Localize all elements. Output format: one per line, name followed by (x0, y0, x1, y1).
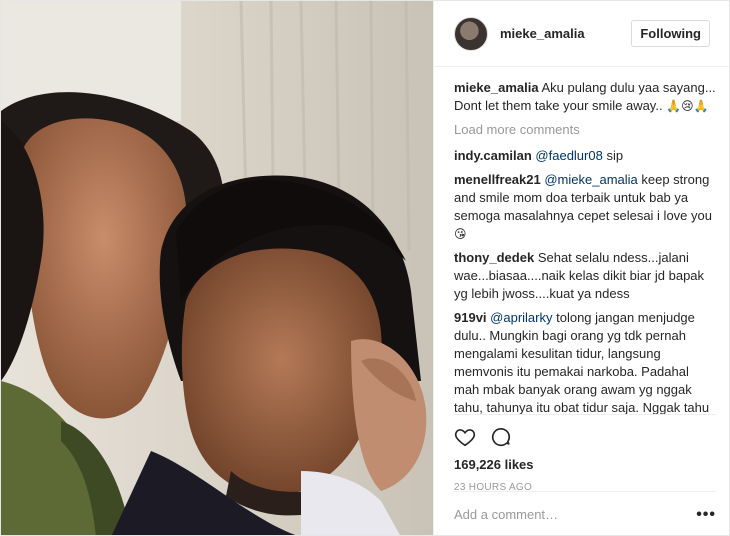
following-button[interactable]: Following (631, 20, 710, 47)
avatar[interactable] (454, 16, 488, 51)
comment-item: menellfreak21 @mieke_amalia keep strong … (454, 171, 716, 243)
post-photo[interactable] (1, 1, 433, 535)
post-username[interactable]: mieke_amalia (500, 26, 631, 41)
comment-username[interactable]: menellfreak21 (454, 172, 541, 187)
post-header: mieke_amalia Following (434, 1, 729, 67)
comment-item: thony_dedek Sehat selalu ndess...jalani … (454, 249, 716, 303)
comment-username[interactable]: thony_dedek (454, 250, 534, 265)
comment-item: indy.camilan @faedlur08 sip (454, 147, 716, 165)
action-icons (454, 423, 716, 451)
comments-list[interactable]: mieke_amalia Aku pulang dulu yaa sayang.… (454, 79, 716, 414)
comment-item: 919vi @aprilarky tolong jangan menjudge … (454, 309, 716, 414)
add-comment-input[interactable] (454, 507, 674, 522)
comment-bubble-icon[interactable] (490, 426, 512, 448)
post-actions: 169,226 likes 23 HOURS AGO (454, 414, 716, 493)
add-comment-bar: ••• (454, 491, 716, 535)
comment-text: sip (602, 148, 624, 163)
caption-username[interactable]: mieke_amalia (454, 80, 539, 95)
instagram-post: mieke_amalia Following mieke_amalia Aku … (0, 0, 730, 536)
load-more-comments-link[interactable]: Load more comments (454, 121, 716, 139)
comment-mention[interactable]: @mieke_amalia (544, 172, 637, 187)
likes-count[interactable]: 169,226 likes (454, 457, 716, 472)
comment-emoji: 😘 (454, 227, 467, 241)
comment-mention[interactable]: @aprilarky (490, 310, 552, 325)
post-photo-image (1, 1, 433, 535)
more-options-icon[interactable]: ••• (696, 506, 716, 524)
caption-emoji: 🙏😢🙏 (666, 99, 709, 113)
comment-mention[interactable]: @faedlur08 (535, 148, 602, 163)
post-sidebar: mieke_amalia Following mieke_amalia Aku … (433, 1, 729, 535)
caption: mieke_amalia Aku pulang dulu yaa sayang.… (454, 79, 716, 115)
heart-icon[interactable] (454, 426, 476, 448)
comment-username[interactable]: indy.camilan (454, 148, 532, 163)
comment-text: tolong jangan menjudge dulu.. Mungkin ba… (454, 310, 710, 414)
comment-username[interactable]: 919vi (454, 310, 487, 325)
